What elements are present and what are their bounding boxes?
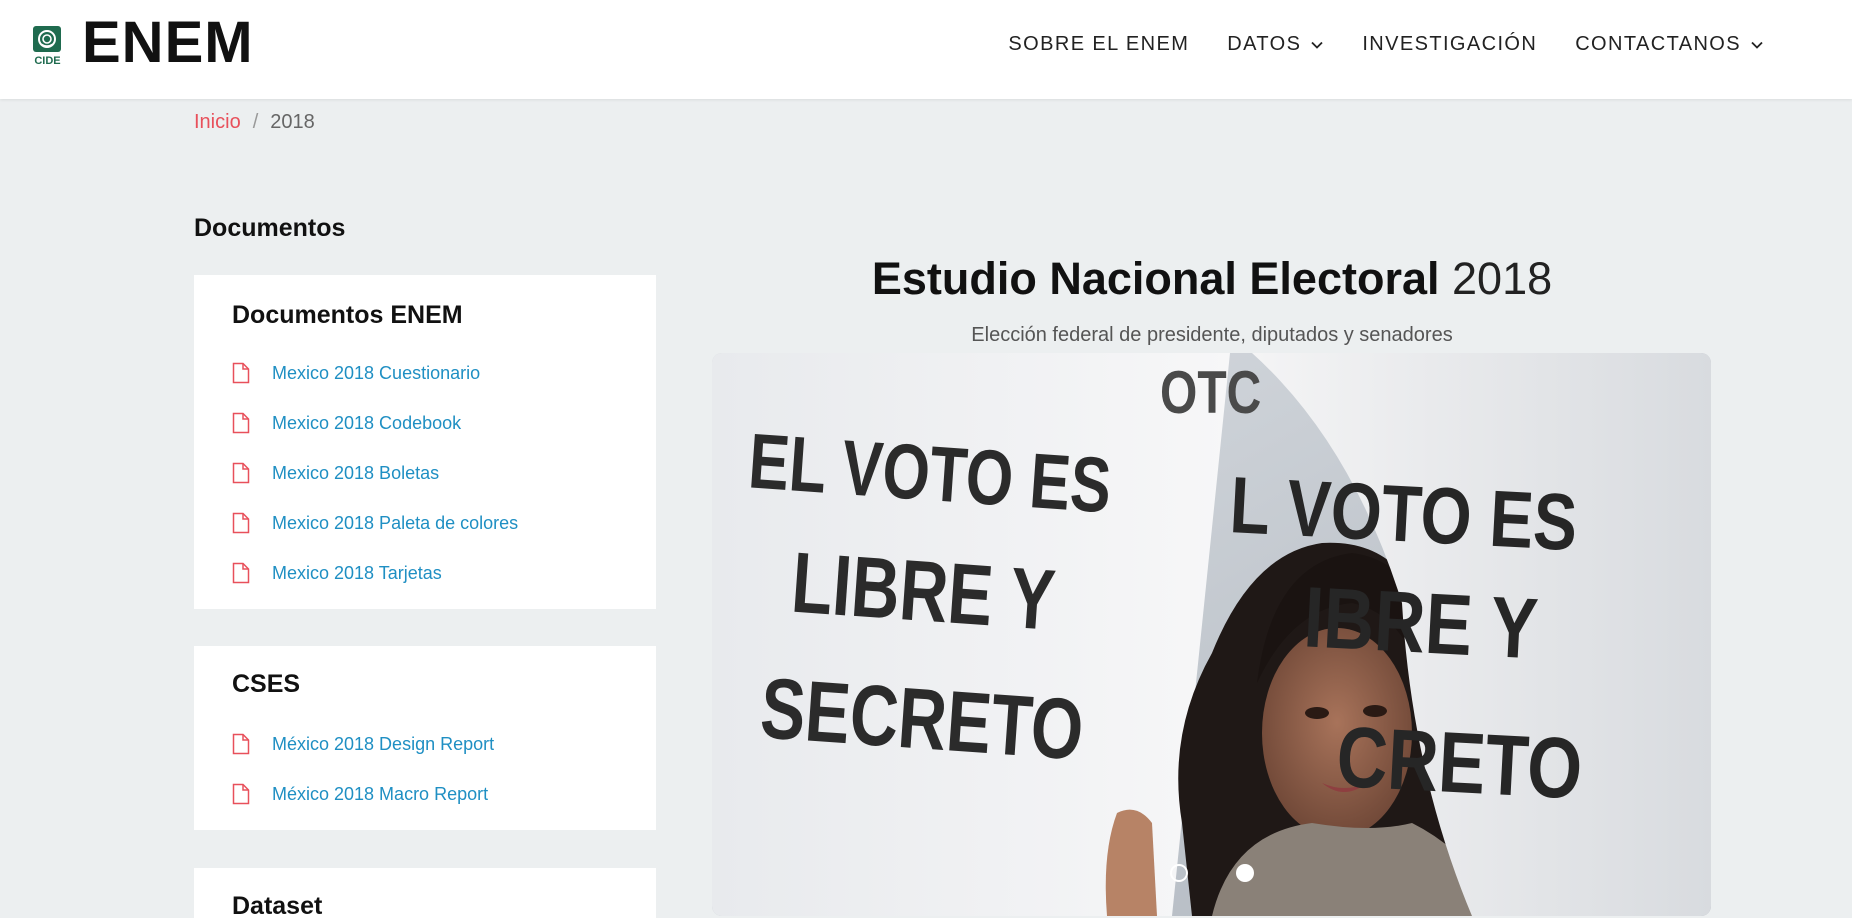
cide-logo[interactable]: CIDE [31, 24, 64, 67]
document-link[interactable]: Mexico 2018 Codebook [272, 413, 461, 434]
breadcrumb-current: 2018 [270, 111, 315, 133]
slide-text-line: L VOTO ES [1228, 460, 1580, 568]
document-link[interactable]: Mexico 2018 Tarjetas [272, 563, 442, 584]
list-item: Mexico 2018 Boletas [232, 448, 518, 498]
site-header: CIDE ENEM SOBRE EL ENEM DATOS INVESTIGAC… [0, 0, 1852, 99]
card-title: Dataset [232, 892, 323, 918]
document-link[interactable]: Mexico 2018 Paleta de colores [272, 513, 518, 534]
list-item: México 2018 Design Report [232, 719, 494, 769]
carousel-indicator-1[interactable] [1170, 864, 1188, 882]
nav-sobre-el-enem[interactable]: SOBRE EL ENEM [1008, 33, 1189, 56]
document-icon [232, 733, 250, 755]
slide-text-line: LIBRE Y [789, 535, 1058, 649]
document-icon [232, 512, 250, 534]
carousel-indicator-2-active[interactable] [1236, 864, 1254, 882]
document-link[interactable]: México 2018 Macro Report [272, 784, 488, 805]
page-title: Estudio Nacional Electoral 2018 [712, 253, 1712, 305]
breadcrumb: Inicio / 2018 [194, 111, 315, 134]
image-carousel[interactable]: EL VOTO ES LIBRE Y SECRETO OTC L VOTO ES… [712, 353, 1711, 916]
breadcrumb-separator: / [252, 111, 259, 133]
document-link[interactable]: Mexico 2018 Cuestionario [272, 363, 480, 384]
list-item: Mexico 2018 Cuestionario [232, 348, 518, 398]
document-icon [232, 562, 250, 584]
documents-enem-list: Mexico 2018 Cuestionario Mexico 2018 Cod… [232, 348, 518, 598]
chevron-down-icon [1311, 41, 1323, 49]
page-title-main: Estudio Nacional Electoral [871, 253, 1440, 304]
slide-text-line: IBRE Y [1302, 569, 1541, 677]
list-item: Mexico 2018 Paleta de colores [232, 498, 518, 548]
document-icon [232, 462, 250, 484]
slide-text-line: OTC [1160, 359, 1261, 426]
list-item: Mexico 2018 Tarjetas [232, 548, 518, 598]
nav-datos[interactable]: DATOS [1227, 33, 1324, 56]
nav-label: SOBRE EL ENEM [1008, 33, 1190, 55]
document-icon [232, 362, 250, 384]
document-icon [232, 783, 250, 805]
dataset-card: Dataset [194, 868, 656, 918]
document-link[interactable]: Mexico 2018 Boletas [272, 463, 439, 484]
site-brand[interactable]: ENEM [82, 8, 254, 78]
list-item: Mexico 2018 Codebook [232, 398, 518, 448]
breadcrumb-home-link[interactable]: Inicio [194, 111, 241, 134]
logo-caption: CIDE [34, 55, 60, 66]
nav-label: DATOS [1227, 33, 1302, 55]
carousel-slide-image: EL VOTO ES LIBRE Y SECRETO OTC L VOTO ES… [712, 353, 1711, 916]
page-subtitle: Elección federal de presidente, diputado… [971, 324, 1453, 346]
cses-list: México 2018 Design Report México 2018 Ma… [232, 719, 494, 819]
card-title: Documentos ENEM [232, 301, 463, 329]
chevron-down-icon [1751, 41, 1763, 49]
document-icon [232, 412, 250, 434]
nav-investigacion[interactable]: INVESTIGACIÓN [1362, 33, 1537, 56]
page-title-year: 2018 [1452, 253, 1553, 304]
nav-label: INVESTIGACIÓN [1362, 33, 1538, 55]
cide-logo-icon: CIDE [33, 26, 61, 67]
document-link[interactable]: México 2018 Design Report [272, 734, 494, 755]
main-nav: SOBRE EL ENEM DATOS INVESTIGACIÓN CONTAC… [1008, 33, 1764, 56]
list-item: México 2018 Macro Report [232, 769, 494, 819]
cses-card: CSES México 2018 Design Report México 20… [194, 646, 656, 830]
sidebar-heading: Documentos [194, 214, 346, 242]
nav-label: CONTACTANOS [1575, 33, 1741, 55]
card-title: CSES [232, 670, 301, 698]
slide-text-line: CRETO [1334, 708, 1584, 817]
nav-contactanos[interactable]: CONTACTANOS [1575, 33, 1764, 56]
documents-enem-card: Documentos ENEM Mexico 2018 Cuestionario… [194, 275, 656, 609]
